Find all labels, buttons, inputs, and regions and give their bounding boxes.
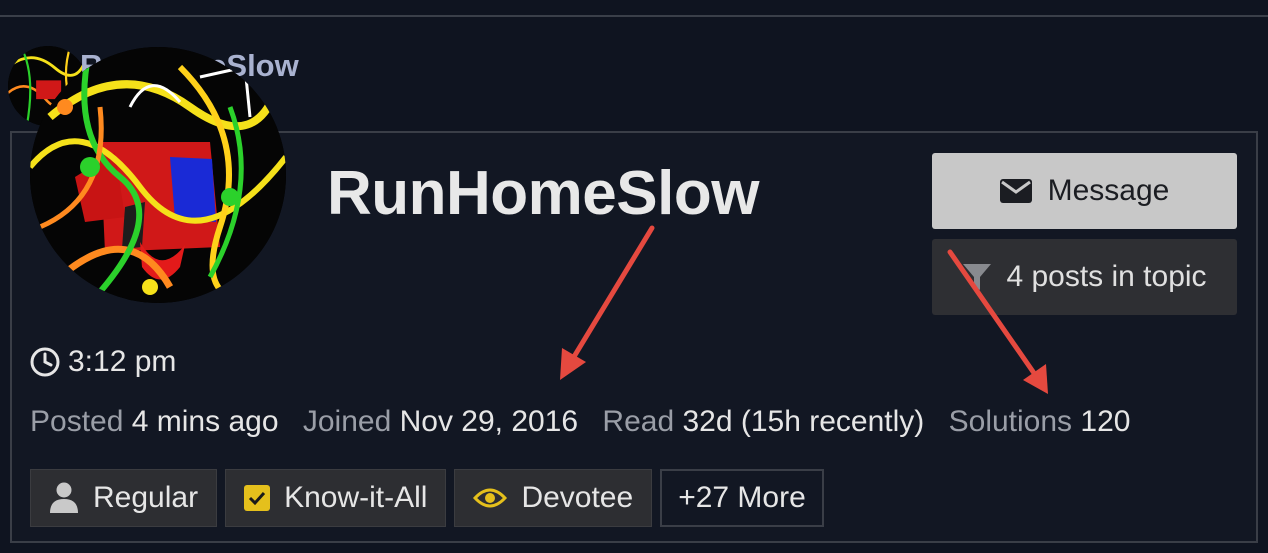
posted-label: Posted: [30, 405, 124, 438]
more-badges-button[interactable]: +27 More: [660, 469, 824, 527]
message-button-label: Message: [1047, 174, 1170, 207]
badge-list: Regular Know-it-All Devotee +27 More: [30, 469, 824, 527]
eye-icon: [473, 488, 508, 508]
checkbox-icon: [244, 485, 271, 511]
badge-label: Regular: [93, 481, 199, 514]
user-card-avatar[interactable]: [30, 47, 286, 303]
local-time: 3:12 pm: [30, 345, 176, 379]
user-metadata: Posted 4 mins ago Joined Nov 29, 2016 Re…: [30, 405, 1130, 439]
top-divider: [0, 15, 1268, 17]
clock-icon: [30, 347, 60, 377]
user-icon: [50, 482, 78, 513]
envelope-icon: [999, 179, 1032, 203]
badge-label: +27 More: [678, 481, 806, 514]
badge-label: Devotee: [521, 481, 634, 514]
user-card-username[interactable]: RunHomeSlow: [327, 158, 759, 229]
badge-regular[interactable]: Regular: [30, 469, 218, 527]
solutions-value: 120: [1080, 405, 1131, 438]
message-button[interactable]: Message: [932, 153, 1237, 229]
posted-value: 4 mins ago: [131, 405, 279, 438]
local-time-text: 3:12 pm: [68, 345, 177, 378]
abstract-avatar-image: [30, 47, 286, 303]
badge-label: Know-it-All: [284, 481, 428, 514]
badge-know-it-all[interactable]: Know-it-All: [225, 469, 447, 527]
posts-in-topic-label: 4 posts in topic: [1006, 260, 1207, 293]
posts-in-topic-button[interactable]: 4 posts in topic: [932, 239, 1237, 315]
solutions-label: Solutions: [948, 405, 1073, 438]
joined-value: Nov 29, 2016: [399, 405, 579, 438]
joined-label: Joined: [302, 405, 392, 438]
read-label: Read: [602, 405, 675, 438]
read-value: 32d (15h recently): [682, 405, 925, 438]
filter-icon: [963, 264, 992, 290]
badge-devotee[interactable]: Devotee: [454, 469, 653, 527]
